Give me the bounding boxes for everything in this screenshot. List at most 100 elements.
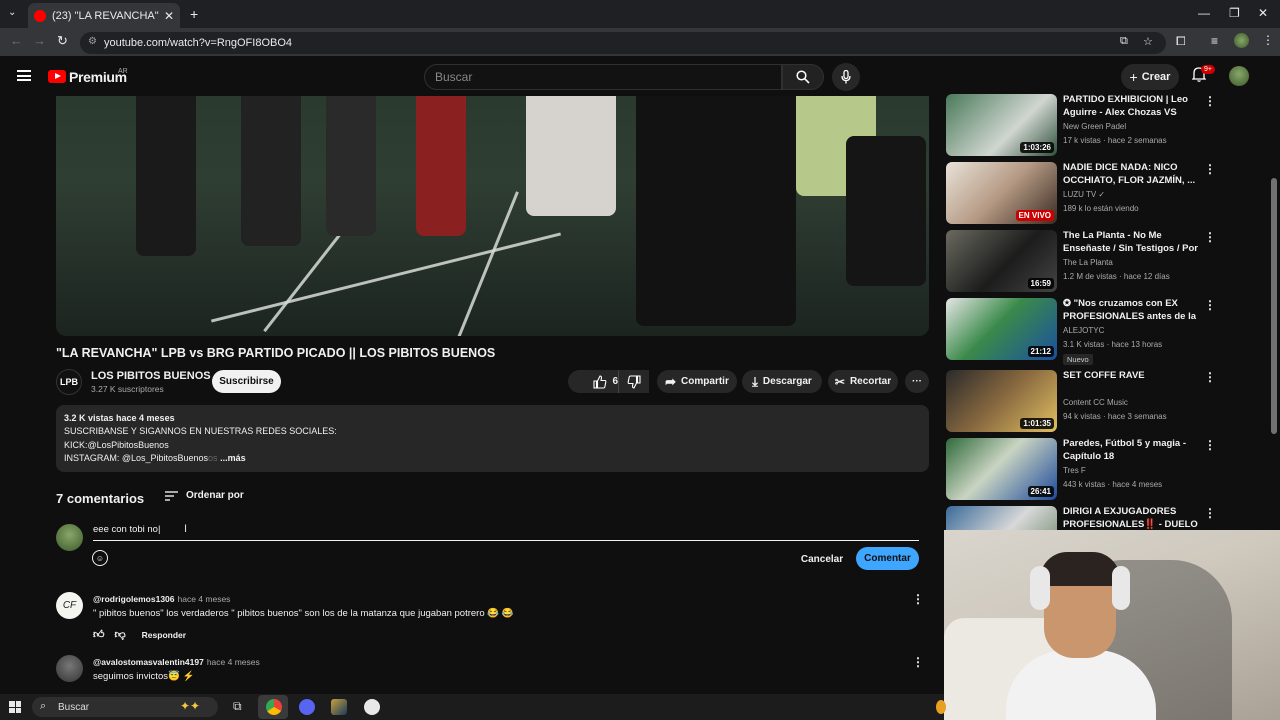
rec-title[interactable]: PARTIDO EXHIBICION | Leo Aguirre - Alex … (1063, 94, 1201, 119)
rec-title[interactable]: SET COFFE RAVE (1063, 370, 1201, 383)
comment-time[interactable]: hace 4 meses (178, 594, 231, 604)
rec-title[interactable]: ✪ "Nos cruzamos con EX PROFESIONALES ant… (1063, 298, 1201, 323)
reply-button[interactable]: Responder (142, 630, 186, 640)
video-thumbnail[interactable]: 26:41 (946, 438, 1057, 500)
comment-author[interactable]: @avalostomasvalentin4197 hace 4 meses (93, 657, 260, 667)
profile-avatar-icon[interactable] (1234, 33, 1249, 48)
task-view-icon[interactable]: ⧉ (233, 699, 242, 714)
channel-name[interactable]: LOS PIBITOS BUENOS (91, 370, 211, 382)
address-bar[interactable]: ⚙ youtube.com/watch?v=RngOFI8OBO4 ⧉ ☆ (80, 32, 1166, 54)
more-actions-button[interactable]: ··· (905, 370, 929, 393)
rec-channel[interactable]: Tres F (1063, 466, 1086, 475)
rec-menu-icon[interactable]: ⋮ (1204, 438, 1216, 452)
cast-icon[interactable]: ⧉ (1120, 35, 1128, 48)
browser-tab[interactable]: (23) "LA REVANCHA" LPB vs BRG PARTIDO PI… (28, 3, 180, 28)
video-thumbnail[interactable]: EN VIVO (946, 162, 1057, 224)
channel-avatar[interactable]: LPB (56, 369, 82, 395)
voice-search-button[interactable] (832, 63, 860, 91)
rec-menu-icon[interactable]: ⋮ (1204, 162, 1216, 176)
rec-menu-icon[interactable]: ⋮ (1204, 94, 1216, 108)
comment-avatar[interactable] (56, 655, 83, 682)
reading-list-icon[interactable]: ≡ (1211, 34, 1218, 48)
download-button[interactable]: ⤓ Descargar (742, 370, 822, 393)
description-box[interactable]: 3.2 K vistas hace 4 meses SUSCRIBANSE Y … (56, 405, 929, 472)
recommended-video[interactable]: 1:01:35 SET COFFE RAVE Content CC Music … (946, 370, 1276, 432)
recommended-video[interactable]: EN VIVO NADIE DICE NADA: NICO OCCHIATO, … (946, 162, 1276, 224)
video-player[interactable] (56, 96, 929, 336)
youtube-logo-icon[interactable] (48, 70, 66, 83)
windows-start-icon[interactable] (9, 701, 21, 713)
restore-icon[interactable]: ❐ (1229, 6, 1240, 20)
rec-channel[interactable]: Content CC Music (1063, 398, 1128, 407)
discord-icon[interactable] (299, 699, 315, 715)
video-thumbnail[interactable]: 1:01:35 (946, 370, 1057, 432)
author-handle[interactable]: @avalostomasvalentin4197 (93, 657, 204, 667)
chrome-icon[interactable] (266, 699, 282, 715)
app-icon[interactable] (364, 699, 380, 715)
recommended-video[interactable]: 16:59 The La Planta - No Me Enseñaste / … (946, 230, 1276, 292)
back-icon[interactable]: ← (10, 33, 23, 48)
clip-button[interactable]: ✂ Recortar (828, 370, 898, 393)
recommended-video[interactable]: 21:12 ✪ "Nos cruzamos con EX PROFESIONAL… (946, 298, 1276, 365)
player-figure (526, 96, 616, 216)
comment-author[interactable]: @rodrigolemos1306 hace 4 meses (93, 594, 230, 604)
comment-like-icon[interactable]: 👍︎ (93, 628, 105, 641)
share-button[interactable]: ➦ Compartir (657, 370, 737, 393)
rec-channel[interactable]: New Green Padel (1063, 122, 1126, 131)
hamburger-menu-icon[interactable] (17, 70, 31, 81)
taskbar-search[interactable]: ⌕ Buscar ✦✦ (32, 697, 218, 717)
search-button[interactable] (782, 64, 824, 90)
video-thumbnail[interactable]: 16:59 (946, 230, 1057, 292)
comment-input[interactable]: eee con tobi no| (93, 524, 919, 541)
submit-comment-button[interactable]: Comentar (856, 547, 919, 570)
youtube-favicon-icon (34, 9, 46, 22)
browser-menu-icon[interactable]: ⋮ (1262, 33, 1274, 47)
rec-title[interactable]: DIRIGI A EXJUGADORES PROFESIONALES‼️ - D… (1063, 506, 1201, 531)
comment-time[interactable]: hace 4 meses (207, 657, 260, 667)
emoji-picker-icon[interactable]: ☺ (92, 550, 108, 566)
rec-menu-icon[interactable]: ⋮ (1204, 230, 1216, 244)
rec-channel[interactable]: LUZU TV ✓ (1063, 190, 1105, 199)
headphones-left (1030, 566, 1050, 610)
tab-search-icon[interactable]: ⌄ (8, 7, 16, 18)
game-launcher-icon[interactable] (331, 699, 347, 715)
new-tab-button[interactable]: + (190, 6, 198, 22)
forward-icon[interactable]: → (33, 33, 46, 48)
rec-menu-icon[interactable]: ⋮ (1204, 506, 1216, 520)
author-handle[interactable]: @rodrigolemos1306 (93, 594, 175, 604)
extensions-icon[interactable]: ⧠ (1176, 34, 1186, 49)
player-figure (636, 96, 796, 326)
subscribe-button[interactable]: Suscribirse (212, 370, 281, 393)
comment-menu-icon[interactable]: ⋮ (912, 655, 924, 669)
close-window-icon[interactable]: ✕ (1258, 6, 1268, 20)
recommended-video[interactable]: 1:03:26 PARTIDO EXHIBICION | Leo Aguirre… (946, 94, 1276, 156)
rec-menu-icon[interactable]: ⋮ (1204, 298, 1216, 312)
sort-comments-button[interactable]: Ordenar por (165, 490, 244, 501)
reload-icon[interactable]: ↻ (57, 33, 68, 49)
video-thumbnail[interactable]: 21:12 (946, 298, 1057, 360)
rec-title[interactable]: Paredes, Fútbol 5 y magia - Capítulo 18 (1063, 438, 1201, 463)
comment-menu-icon[interactable]: ⋮ (912, 592, 924, 606)
dislike-button[interactable] (618, 370, 649, 393)
comment-avatar[interactable]: CF (56, 592, 83, 619)
site-info-icon[interactable]: ⚙ (88, 36, 97, 47)
rec-channel[interactable]: The La Planta (1063, 258, 1113, 267)
cancel-button[interactable]: Cancelar (797, 548, 847, 570)
player-figure (846, 136, 926, 286)
video-thumbnail[interactable]: 1:03:26 (946, 94, 1057, 156)
rec-title[interactable]: The La Planta - No Me Enseñaste / Sin Te… (1063, 230, 1201, 255)
search-input[interactable]: Buscar (424, 64, 782, 90)
rec-menu-icon[interactable]: ⋮ (1204, 370, 1216, 384)
recommended-video[interactable]: 26:41 Paredes, Fútbol 5 y magia - Capítu… (946, 438, 1276, 500)
rec-title[interactable]: NADIE DICE NADA: NICO OCCHIATO, FLOR JAZ… (1063, 162, 1201, 187)
duration-badge: 1:01:35 (1020, 418, 1054, 429)
rec-channel[interactable]: ALEJOTYC (1063, 326, 1104, 335)
sidebar-scrollbar[interactable] (1271, 178, 1277, 434)
create-button[interactable]: + Crear (1121, 64, 1179, 90)
minimize-icon[interactable]: — (1198, 6, 1210, 20)
show-more-link[interactable]: ...más (220, 453, 246, 463)
bookmark-star-icon[interactable]: ☆ (1143, 35, 1153, 48)
account-avatar[interactable] (1229, 66, 1249, 86)
comment-dislike-icon[interactable]: 👎︎ (115, 628, 126, 641)
tab-close-icon[interactable]: ✕ (164, 9, 174, 23)
